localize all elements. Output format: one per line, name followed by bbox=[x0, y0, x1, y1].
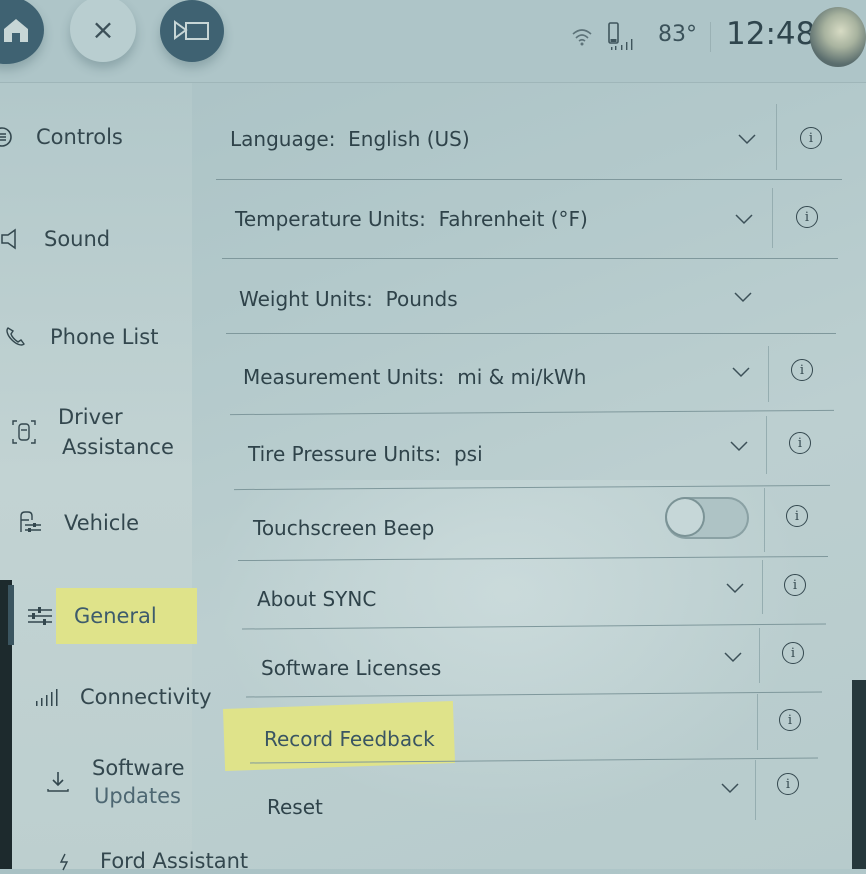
touchscreen-beep-toggle[interactable] bbox=[665, 497, 749, 539]
toggle-knob bbox=[667, 499, 703, 535]
sidebar-item-label: Connectivity bbox=[80, 685, 212, 709]
sidebar-item-label-line1: Software bbox=[92, 756, 185, 780]
setting-label: Touchscreen Beep bbox=[253, 516, 435, 540]
info-icon[interactable]: i bbox=[791, 359, 813, 381]
setting-temperature-units[interactable]: Temperature Units: Fahrenheit (°F) bbox=[235, 182, 588, 256]
sidebar-item-vehicle[interactable]: Vehicle bbox=[14, 510, 139, 536]
status-divider bbox=[710, 22, 711, 52]
sidebar-item-general[interactable]: General bbox=[24, 588, 197, 644]
row-divider-vertical bbox=[772, 188, 773, 248]
driver-assistance-icon bbox=[8, 419, 40, 445]
sidebar-item-label: Phone List bbox=[50, 325, 159, 349]
row-divider-vertical bbox=[755, 760, 756, 820]
chevron-down-icon[interactable] bbox=[725, 582, 745, 594]
sliders-icon bbox=[24, 603, 56, 629]
screen-bezel-right bbox=[852, 680, 866, 869]
setting-language[interactable]: Language: English (US) bbox=[230, 102, 470, 176]
close-button[interactable]: × bbox=[70, 0, 136, 62]
row-divider bbox=[226, 333, 836, 334]
chevron-down-icon[interactable] bbox=[723, 651, 743, 663]
setting-reset[interactable]: Reset bbox=[267, 770, 323, 844]
close-icon: × bbox=[91, 12, 115, 46]
controls-icon bbox=[0, 124, 18, 150]
row-divider-vertical bbox=[768, 346, 769, 402]
setting-touchscreen-beep[interactable]: Touchscreen Beep bbox=[253, 491, 434, 565]
setting-weight-units[interactable]: Weight Units: Pounds bbox=[239, 262, 458, 336]
sidebar-item-ford-assistant[interactable]: Ford Assistant bbox=[50, 848, 248, 874]
sidebar-item-label: Ford Assistant bbox=[100, 849, 249, 873]
settings-sidebar bbox=[0, 83, 192, 869]
sidebar-item-connectivity[interactable]: Connectivity bbox=[30, 684, 212, 710]
chevron-down-icon[interactable] bbox=[729, 440, 749, 452]
clock: 12:48 bbox=[726, 16, 816, 52]
row-divider-vertical bbox=[764, 488, 765, 552]
setting-about-sync[interactable]: About SYNC bbox=[257, 562, 376, 636]
vehicle-settings-icon bbox=[14, 510, 46, 536]
top-status-bar: × 83° 12:48 bbox=[0, 0, 866, 83]
row-divider bbox=[216, 179, 842, 180]
selected-indicator bbox=[8, 585, 14, 645]
sidebar-item-label: Controls bbox=[36, 125, 123, 149]
speaker-icon bbox=[0, 226, 26, 252]
camera-button[interactable] bbox=[160, 0, 224, 62]
info-icon[interactable]: i bbox=[782, 642, 804, 664]
row-divider-vertical bbox=[757, 694, 758, 750]
setting-tire-pressure-units[interactable]: Tire Pressure Units: psi bbox=[248, 417, 483, 491]
setting-label: Temperature Units: Fahrenheit (°F) bbox=[235, 207, 588, 231]
chevron-down-icon[interactable] bbox=[737, 133, 757, 145]
row-divider-vertical bbox=[776, 104, 777, 170]
row-divider-vertical bbox=[762, 560, 763, 614]
sidebar-item-label-line1: Driver bbox=[58, 405, 123, 429]
outside-temperature: 83° bbox=[658, 22, 697, 47]
setting-label: Language: English (US) bbox=[230, 127, 470, 151]
phone-signal-icon bbox=[608, 22, 633, 50]
setting-label: Weight Units: Pounds bbox=[239, 287, 458, 311]
chevron-down-icon[interactable] bbox=[733, 291, 753, 303]
download-icon bbox=[42, 769, 74, 795]
phone-icon bbox=[0, 324, 32, 350]
info-icon[interactable]: i bbox=[796, 206, 818, 228]
row-divider bbox=[222, 258, 838, 259]
info-icon[interactable]: i bbox=[789, 432, 811, 454]
home-button[interactable] bbox=[0, 0, 44, 64]
sidebar-item-label: Vehicle bbox=[64, 511, 140, 535]
signal-bars-icon bbox=[30, 684, 62, 710]
sidebar-item-label-line2: Updates bbox=[94, 784, 181, 808]
info-icon[interactable]: i bbox=[784, 574, 806, 596]
info-icon[interactable]: i bbox=[777, 773, 799, 795]
row-divider-vertical bbox=[759, 628, 760, 683]
sidebar-item-driver-assistance[interactable]: Driver Assistance bbox=[8, 402, 174, 462]
wifi-icon bbox=[572, 29, 592, 46]
chevron-down-icon[interactable] bbox=[720, 782, 740, 794]
setting-measurement-units[interactable]: Measurement Units: mi & mi/kWh bbox=[243, 340, 586, 414]
sidebar-item-controls[interactable]: Controls bbox=[0, 124, 123, 150]
video-camera-icon bbox=[174, 20, 209, 40]
setting-label: Tire Pressure Units: psi bbox=[248, 442, 483, 466]
info-icon[interactable]: i bbox=[800, 127, 822, 149]
setting-record-feedback[interactable]: Record Feedback bbox=[264, 702, 435, 776]
sidebar-item-label: General bbox=[56, 588, 197, 644]
user-avatar[interactable] bbox=[810, 7, 866, 67]
sidebar-item-sound[interactable]: Sound bbox=[0, 226, 110, 252]
sidebar-item-phone-list[interactable]: Phone List bbox=[0, 324, 158, 350]
info-icon[interactable]: i bbox=[779, 709, 801, 731]
home-icon bbox=[4, 19, 28, 42]
sidebar-item-software-updates[interactable]: Software Updates bbox=[42, 754, 185, 810]
setting-label: Measurement Units: mi & mi/kWh bbox=[243, 365, 587, 389]
ford-assistant-icon bbox=[50, 848, 82, 874]
setting-software-licenses[interactable]: Software Licenses bbox=[261, 631, 441, 705]
info-icon[interactable]: i bbox=[786, 505, 808, 527]
setting-label: About SYNC bbox=[257, 587, 377, 611]
setting-label: Software Licenses bbox=[261, 656, 442, 680]
chevron-down-icon[interactable] bbox=[734, 213, 754, 225]
sidebar-item-label-line2: Assistance bbox=[62, 435, 174, 459]
sidebar-item-label: Sound bbox=[44, 227, 111, 251]
setting-label: Reset bbox=[267, 795, 323, 819]
row-divider-vertical bbox=[766, 416, 767, 474]
chevron-down-icon[interactable] bbox=[731, 366, 751, 378]
setting-label: Record Feedback bbox=[264, 727, 435, 751]
